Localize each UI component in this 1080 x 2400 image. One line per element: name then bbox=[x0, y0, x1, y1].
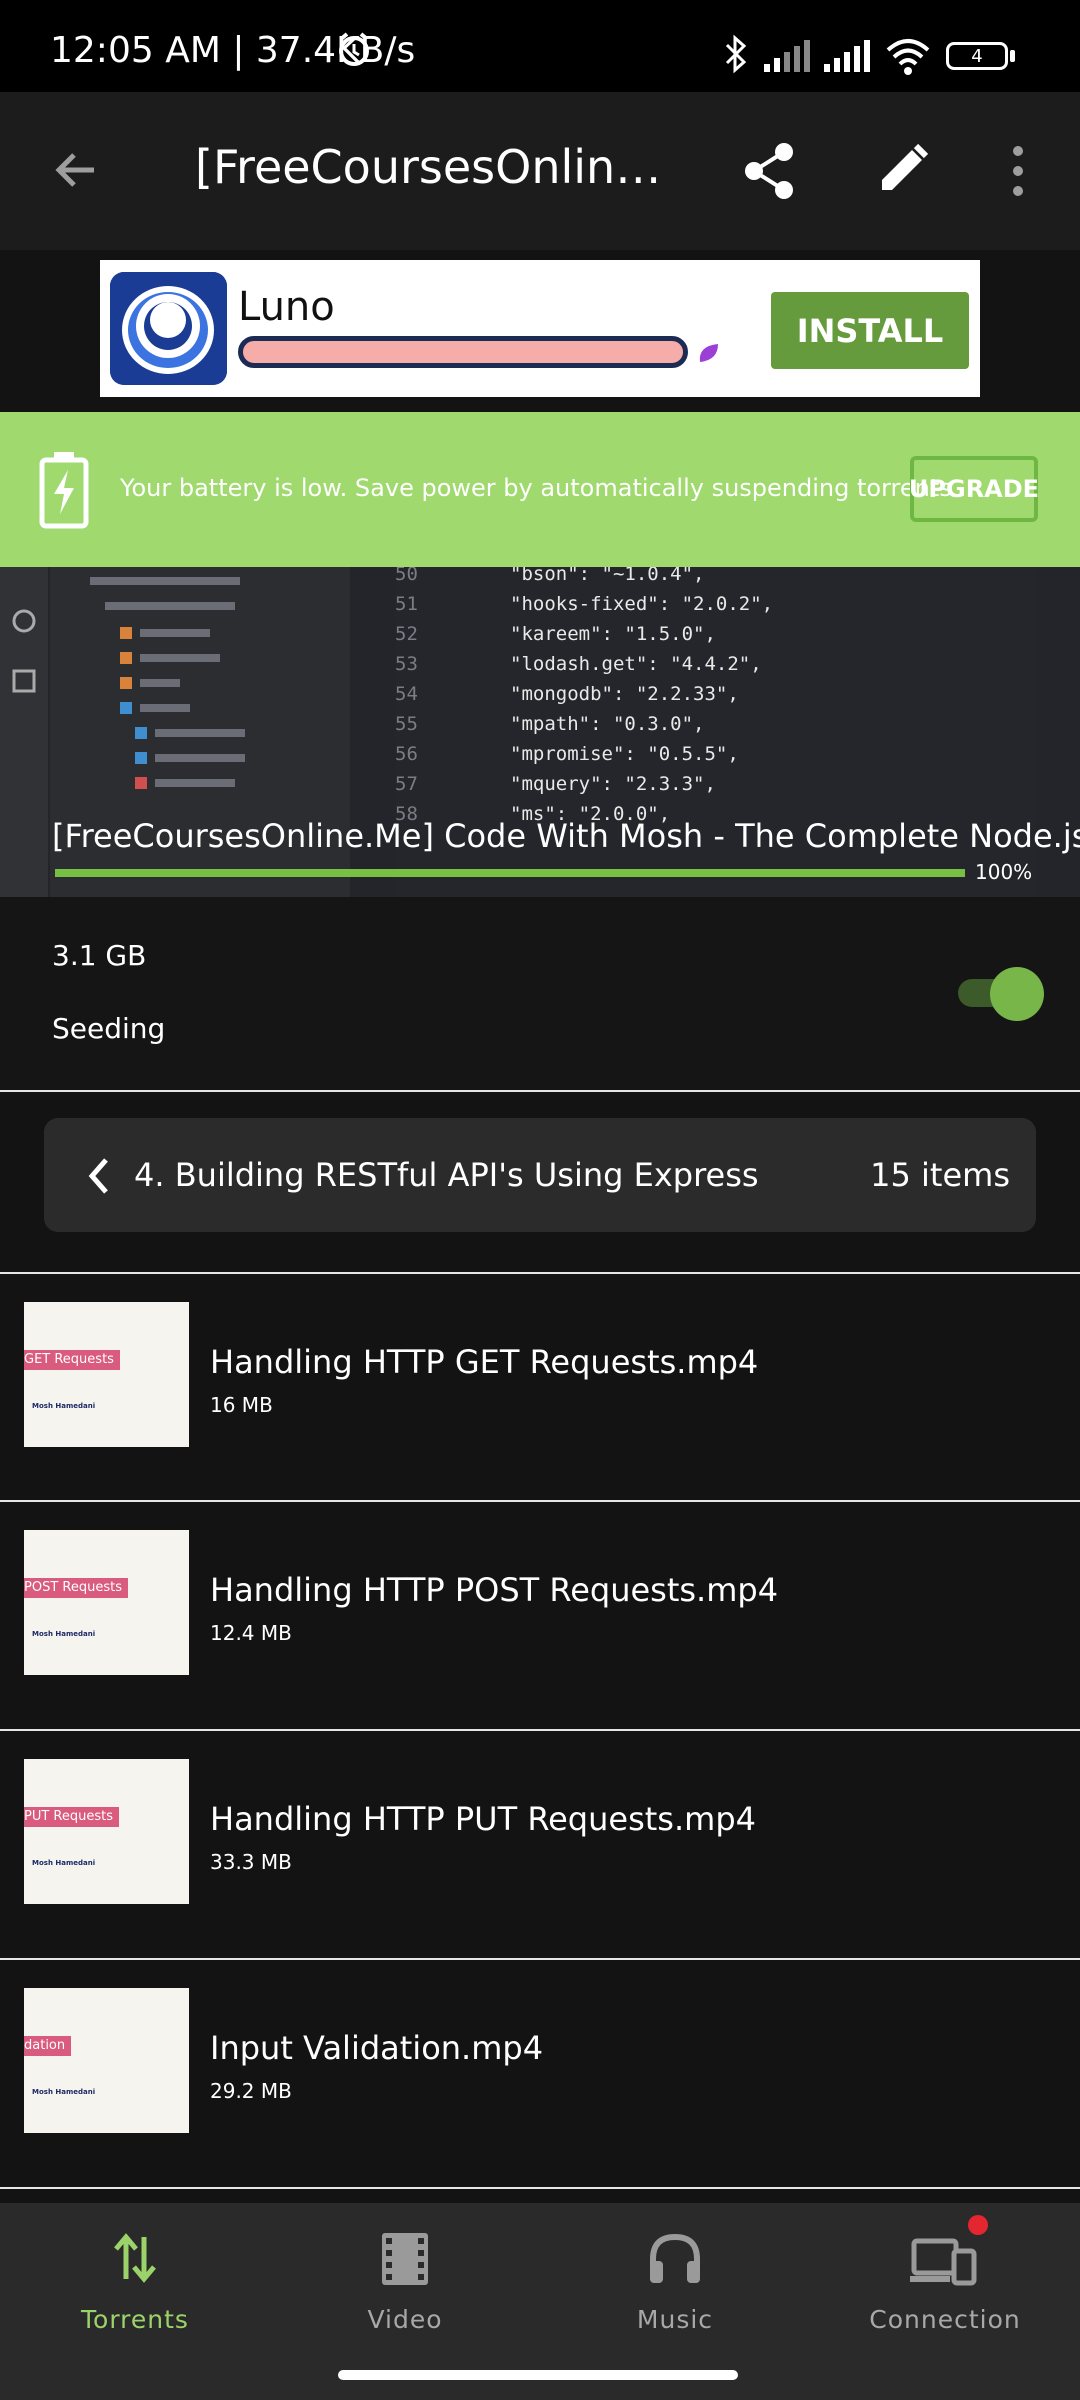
more-options-icon[interactable] bbox=[1008, 144, 1028, 198]
thumbnail-title: GET Requests bbox=[24, 1350, 120, 1370]
thumbnail-author: Mosh Hamedani bbox=[32, 1630, 96, 1638]
torrent-title: [FreeCoursesOnline.... bbox=[195, 140, 675, 194]
download-progress-bar bbox=[55, 869, 965, 877]
wifi-icon bbox=[886, 39, 930, 75]
nav-video[interactable]: Video bbox=[270, 2203, 540, 2363]
code-line: 54 "mongodb": "2.2.33", bbox=[395, 683, 739, 705]
ad-rating-bar bbox=[238, 336, 688, 368]
ide-sidebar bbox=[0, 567, 48, 897]
signal-icon-1 bbox=[764, 40, 810, 72]
torrent-status: Seeding bbox=[52, 1012, 166, 1045]
battery-level: 4 bbox=[971, 45, 983, 67]
bluetooth-icon bbox=[725, 34, 747, 74]
video-thumbnail: PUT Requests Mosh Hamedani bbox=[24, 1759, 189, 1904]
file-size: 16 MB bbox=[210, 1393, 273, 1417]
devices-icon bbox=[910, 2238, 977, 2286]
file-size: 33.3 MB bbox=[210, 1850, 292, 1874]
thumbnail-author: Mosh Hamedani bbox=[32, 2088, 96, 2096]
thumbnail-author: Mosh Hamedani bbox=[32, 1859, 96, 1867]
code-line: 55 "mpath": "0.3.0", bbox=[395, 713, 705, 735]
leaf-icon bbox=[699, 344, 718, 362]
status-bar: 12:05 AM | 37.4KB/s 4 bbox=[0, 0, 1080, 92]
video-thumbnail: GET Requests Mosh Hamedani bbox=[24, 1302, 189, 1447]
battery-warning-text: Your battery is low. Save power by autom… bbox=[120, 474, 952, 502]
code-line: 56 "mpromise": "0.5.5", bbox=[395, 743, 739, 765]
nav-label: Music bbox=[636, 2305, 714, 2334]
thumbnail-author: Mosh Hamedani bbox=[32, 1402, 96, 1410]
upgrade-button[interactable]: UPGRADE bbox=[909, 456, 1039, 522]
code-line: 52 "kareem": "1.5.0", bbox=[395, 623, 716, 645]
nav-torrents[interactable]: Torrents bbox=[0, 2203, 270, 2363]
torrent-size: 3.1 GB bbox=[52, 939, 147, 972]
battery-indicator: 4 bbox=[946, 42, 1008, 70]
file-name: Input Validation.mp4 bbox=[210, 2029, 544, 2067]
file-name: Handling HTTP PUT Requests.mp4 bbox=[210, 1800, 756, 1838]
nav-music[interactable]: Music bbox=[540, 2203, 810, 2363]
progress-percent: 100% bbox=[975, 860, 1033, 884]
ad-app-name: Luno bbox=[238, 284, 335, 330]
share-icon[interactable] bbox=[742, 142, 798, 200]
home-indicator[interactable] bbox=[338, 2370, 738, 2380]
divider bbox=[0, 1729, 1080, 1731]
torrent-header: 50 "bson": "~1.0.4", 51 "hooks-fixed": "2.0… bbox=[0, 567, 1080, 897]
ad-banner[interactable]: Luno INSTALL bbox=[100, 260, 980, 397]
film-icon bbox=[382, 2233, 428, 2285]
transfer-arrows-icon bbox=[114, 2233, 156, 2283]
code-line: 53 "lodash.get": "4.4.2", bbox=[395, 653, 762, 675]
nav-connection[interactable]: Connection bbox=[810, 2203, 1080, 2363]
divider bbox=[0, 1272, 1080, 1274]
divider bbox=[0, 2187, 1080, 2189]
file-row[interactable]: PUT Requests Mosh Hamedani Handling HTTP… bbox=[0, 1732, 1080, 1957]
chevron-left-icon[interactable] bbox=[86, 1156, 112, 1196]
folder-nav-bar[interactable]: 4. Building RESTful API's Using Express … bbox=[44, 1118, 1036, 1232]
folder-item-count: 15 items bbox=[870, 1156, 1010, 1194]
file-size: 12.4 MB bbox=[210, 1621, 292, 1645]
file-row[interactable]: dation Mosh Hamedani Input Validation.mp… bbox=[0, 1961, 1080, 2186]
back-arrow-icon[interactable] bbox=[52, 146, 100, 194]
code-line: 51 "hooks-fixed": "2.0.2", bbox=[395, 593, 774, 615]
video-thumbnail: POST Requests Mosh Hamedani bbox=[24, 1530, 189, 1675]
thumbnail-title: PUT Requests bbox=[24, 1807, 120, 1827]
file-size: 29.2 MB bbox=[210, 2079, 292, 2103]
code-line: 50 "bson": "~1.0.4", bbox=[395, 567, 705, 585]
debug-icon bbox=[12, 609, 36, 633]
folder-name: 4. Building RESTful API's Using Express bbox=[134, 1156, 759, 1194]
divider bbox=[0, 1500, 1080, 1502]
thumbnail-title: POST Requests bbox=[24, 1578, 128, 1598]
battery-tip bbox=[1010, 50, 1015, 62]
signal-icon-2 bbox=[824, 40, 870, 72]
file-name: Handling HTTP POST Requests.mp4 bbox=[210, 1571, 779, 1609]
app-bar: [FreeCoursesOnline.... bbox=[0, 92, 1080, 250]
file-name: Handling HTTP GET Requests.mp4 bbox=[210, 1343, 759, 1381]
notification-dot bbox=[968, 2215, 988, 2235]
battery-charging-icon bbox=[39, 452, 89, 529]
nav-label: Connection bbox=[869, 2305, 1021, 2334]
seeding-toggle[interactable] bbox=[958, 967, 1046, 1021]
alarm-icon bbox=[339, 32, 369, 66]
install-button[interactable]: INSTALL bbox=[771, 292, 969, 369]
nav-label: Video bbox=[367, 2305, 443, 2334]
thumbnail-title: dation bbox=[24, 2036, 72, 2056]
file-row[interactable]: GET Requests Mosh Hamedani Handling HTTP… bbox=[0, 1275, 1080, 1500]
divider bbox=[0, 1958, 1080, 1960]
luno-logo-icon bbox=[110, 272, 227, 385]
battery-warning-banner: Your battery is low. Save power by autom… bbox=[0, 412, 1080, 567]
torrent-name: [FreeCoursesOnline.Me] Code With Mosh - … bbox=[52, 817, 1080, 855]
extensions-icon bbox=[12, 669, 36, 693]
nav-label: Torrents bbox=[81, 2305, 189, 2334]
edit-pencil-icon[interactable] bbox=[876, 142, 930, 196]
headphones-icon bbox=[650, 2233, 700, 2283]
file-row[interactable]: POST Requests Mosh Hamedani Handling HTT… bbox=[0, 1503, 1080, 1728]
divider bbox=[0, 1090, 1080, 1092]
video-thumbnail: dation Mosh Hamedani bbox=[24, 1988, 189, 2133]
code-line: 57 "mquery": "2.3.3", bbox=[395, 773, 716, 795]
torrent-info: 3.1 GB Seeding bbox=[0, 897, 1080, 1090]
